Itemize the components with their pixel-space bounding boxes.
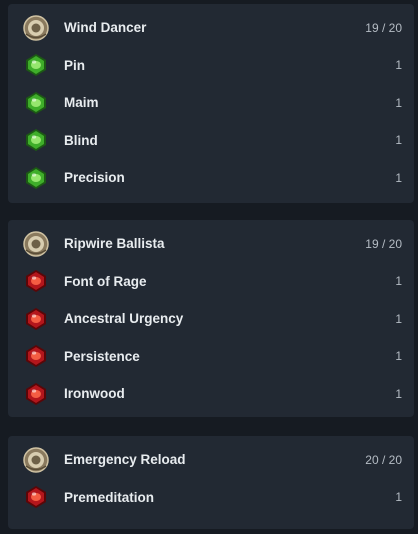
skill-level: 1 — [395, 386, 402, 401]
skill-level: 1 — [395, 95, 402, 110]
skill-level: 1 — [395, 274, 402, 289]
skill-level: 1 — [395, 311, 402, 326]
green-support-gem-icon — [22, 51, 50, 79]
skill-group-2: Ripwire Ballista 19 / 20 Font of Rage 1 Ance… — [8, 220, 414, 417]
skill-row[interactable]: Ripwire Ballista 19 / 20 — [8, 225, 414, 263]
skill-level: 1 — [395, 58, 402, 73]
skill-name: Blind — [64, 132, 98, 148]
green-support-gem-icon — [22, 164, 50, 192]
green-support-gem-icon — [22, 126, 50, 154]
skill-row[interactable]: Precision 1 — [8, 159, 414, 197]
skill-level: 1 — [395, 133, 402, 148]
skill-row[interactable]: Ancestral Urgency 1 — [8, 300, 414, 338]
red-support-gem-icon — [22, 305, 50, 333]
skill-name: Precision — [64, 170, 125, 186]
skill-row[interactable]: Pin 1 — [8, 47, 414, 85]
skill-row[interactable]: Blind 1 — [8, 122, 414, 160]
skill-name: Ancestral Urgency — [64, 311, 184, 327]
skill-name: Maim — [64, 95, 99, 111]
skill-row[interactable]: Emergency Reload 20 / 20 — [8, 441, 414, 479]
skill-row[interactable]: Ironwood 1 — [8, 375, 414, 413]
skill-row[interactable]: Font of Rage 1 — [8, 263, 414, 301]
skill-gem-icon — [22, 446, 50, 474]
skill-name: Premeditation — [64, 489, 155, 505]
skill-gem-icon — [22, 14, 50, 42]
red-support-gem-icon — [22, 380, 50, 408]
skill-level: 1 — [395, 490, 402, 505]
skill-name: Wind Dancer — [64, 20, 147, 36]
skill-row[interactable]: Wind Dancer 19 / 20 — [8, 9, 414, 47]
skill-name: Ironwood — [64, 386, 125, 402]
skill-row[interactable]: Persistence 1 — [8, 338, 414, 376]
skill-level: 19 / 20 — [365, 20, 402, 35]
skill-row[interactable]: Maim 1 — [8, 84, 414, 122]
skill-name: Pin — [64, 57, 86, 73]
skill-gem-icon — [22, 230, 50, 258]
skill-level: 20 / 20 — [365, 452, 402, 467]
green-support-gem-icon — [22, 89, 50, 117]
red-support-gem-icon — [22, 342, 50, 370]
skill-level: 1 — [395, 170, 402, 185]
skill-name: Font of Rage — [64, 273, 147, 289]
skill-name: Persistence — [64, 348, 140, 364]
skill-row[interactable]: Premeditation 1 — [8, 479, 414, 517]
skill-group-1: Wind Dancer 19 / 20 Pin 1 Maim 1 Blind 1 Precisi… — [8, 4, 414, 203]
red-support-gem-icon — [22, 267, 50, 295]
skill-level: 19 / 20 — [365, 236, 402, 251]
red-support-gem-icon — [22, 483, 50, 511]
skill-gem-list: Wind Dancer 19 / 20 Pin 1 Maim 1 Blind 1 Precisi… — [0, 0, 418, 534]
skill-level: 1 — [395, 349, 402, 364]
skill-name: Ripwire Ballista — [64, 236, 165, 252]
skill-name: Emergency Reload — [64, 452, 186, 468]
skill-group-3: Emergency Reload 20 / 20 Premeditation 1 — [8, 436, 414, 529]
